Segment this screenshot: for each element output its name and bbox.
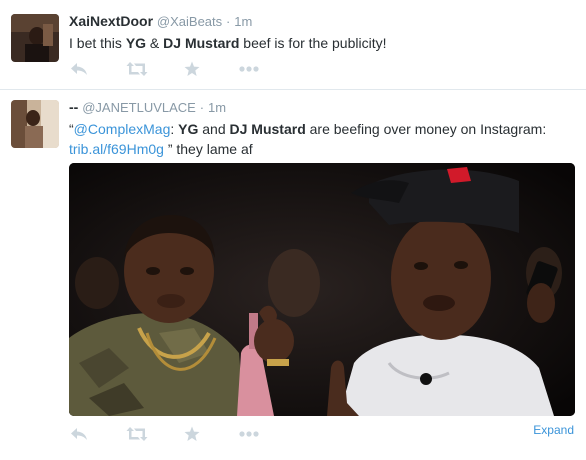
avatar[interactable] <box>11 100 59 148</box>
favorite-button[interactable] <box>184 61 206 77</box>
reply-icon <box>71 428 87 440</box>
reply-icon <box>71 63 87 75</box>
tweet-text: I bet this YG & DJ Mustard beef is for t… <box>69 35 387 51</box>
reply-button[interactable] <box>70 61 92 77</box>
star-icon <box>184 61 200 76</box>
tweet-header: -- @JANETLUVLACE · 1m <box>69 99 226 115</box>
separator: · <box>199 100 205 115</box>
retweet-button[interactable] <box>126 61 148 77</box>
avatar[interactable] <box>11 14 59 62</box>
author-handle[interactable]: @JANETLUVLACE <box>82 100 196 115</box>
mention-link[interactable]: @ComplexMag <box>74 121 171 137</box>
tweet: -- @JANETLUVLACE · 1m “@ComplexMag: YG a… <box>0 90 586 460</box>
favorite-button[interactable] <box>184 426 206 442</box>
more-button[interactable] <box>238 61 260 77</box>
url-link[interactable]: trib.al/f69Hm0g <box>69 141 164 157</box>
tweet: XaiNextDoor @XaiBeats · 1m I bet this YG… <box>0 0 586 90</box>
author-handle[interactable]: @XaiBeats <box>157 14 222 29</box>
more-button[interactable] <box>238 426 260 442</box>
tweet-photo[interactable] <box>69 163 575 416</box>
separator: · <box>226 14 231 29</box>
tweet-header: XaiNextDoor @XaiBeats · 1m <box>69 13 252 29</box>
more-dots-icon <box>239 431 259 437</box>
retweet-icon <box>126 427 148 441</box>
retweet-button[interactable] <box>126 426 148 442</box>
retweet-icon <box>126 62 148 76</box>
timestamp[interactable]: 1m <box>208 100 226 115</box>
author-name[interactable]: -- <box>69 99 78 115</box>
reply-button[interactable] <box>70 426 92 442</box>
tweet-text: “@ComplexMag: YG and DJ Mustard are beef… <box>69 121 547 157</box>
more-dots-icon <box>239 66 259 72</box>
expand-link[interactable]: Expand <box>533 423 574 437</box>
author-name[interactable]: XaiNextDoor <box>69 13 153 29</box>
star-icon <box>184 426 200 441</box>
timestamp[interactable]: 1m <box>234 14 252 29</box>
